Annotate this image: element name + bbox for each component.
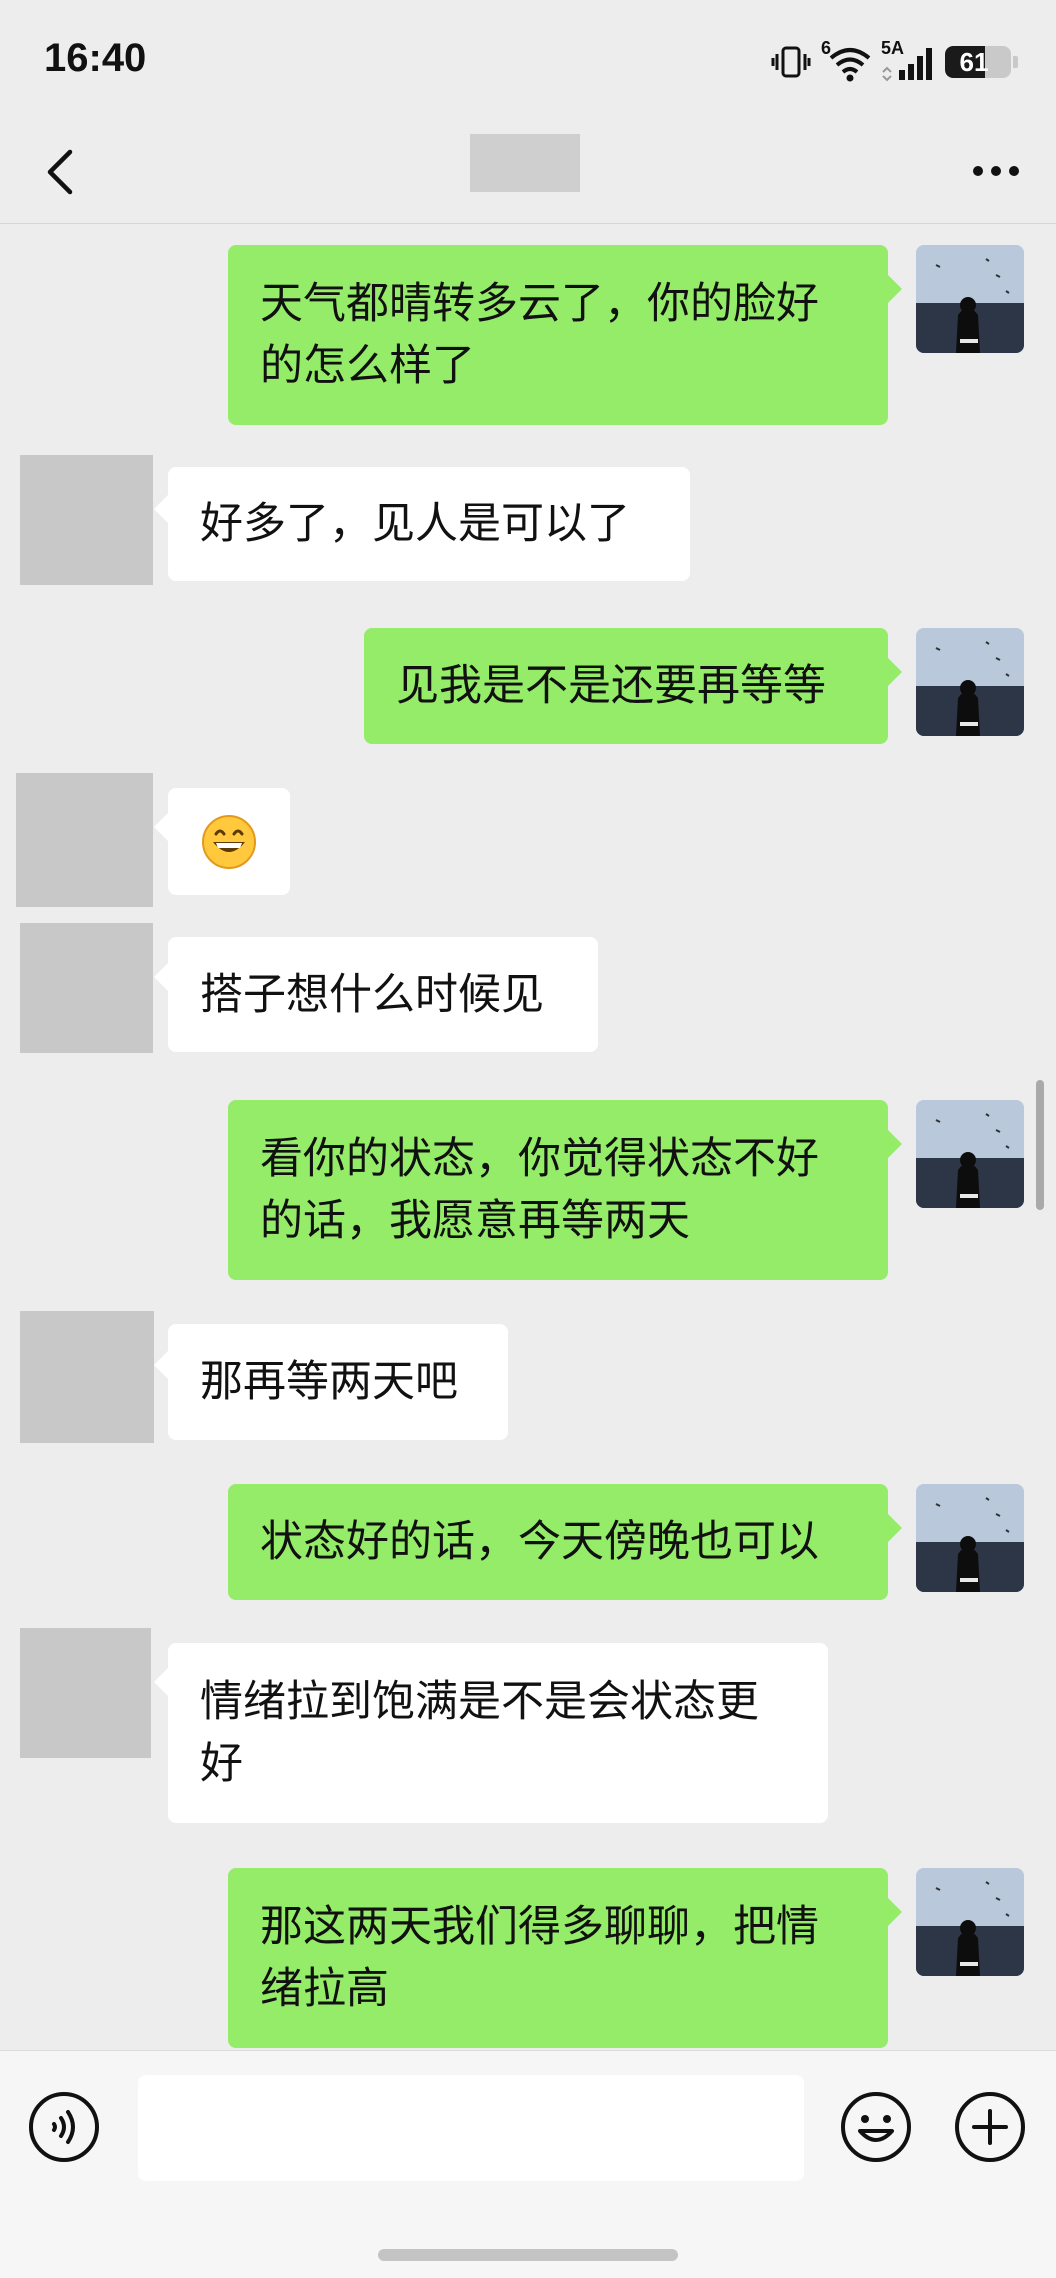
bubble-tail — [154, 495, 168, 523]
battery-cap — [1013, 56, 1018, 68]
my-avatar[interactable] — [916, 1868, 1024, 1976]
signal-icon — [882, 48, 932, 82]
avatar-photo-icon — [916, 628, 1024, 736]
home-indicator[interactable] — [378, 2249, 678, 2261]
bubble-tail — [888, 1898, 902, 1926]
contact-avatar[interactable] — [20, 1628, 151, 1758]
bubble-tail — [154, 963, 168, 991]
message-bubble[interactable]: 情绪拉到饱满是不是会状态更好 — [168, 1643, 828, 1823]
message-input[interactable] — [138, 2075, 804, 2181]
chat-header — [0, 120, 1056, 224]
status-time: 16:40 — [44, 36, 147, 80]
back-button[interactable] — [36, 140, 96, 204]
voice-button[interactable] — [28, 2091, 100, 2163]
status-bar: 16:40 6 5A 61 — [0, 0, 1056, 120]
message-bubble[interactable]: 状态好的话，今天傍晚也可以 — [228, 1484, 888, 1600]
emoji-button[interactable] — [840, 2091, 912, 2163]
bubble-tail — [154, 813, 168, 841]
message-text: 那再等两天吧 — [200, 1357, 458, 1407]
vibrate-icon — [771, 46, 811, 78]
message-text: 看你的状态，你觉得状态不好的话，我愿意再等两天 — [260, 1134, 819, 1246]
battery-icon: 61 — [945, 46, 1011, 78]
status-icons: 6 5A 61 — [771, 38, 1018, 84]
message-bubble[interactable]: 好多了，见人是可以了 — [168, 467, 690, 581]
message-bubble[interactable]: 搭子想什么时候见 — [168, 937, 598, 1052]
more-button[interactable] — [966, 146, 1026, 196]
message-bubble[interactable]: 天气都晴转多云了，你的脸好的怎么样了 — [228, 245, 888, 425]
bubble-tail — [888, 1514, 902, 1542]
contact-name-redacted — [470, 134, 580, 192]
message-text: 见我是不是还要再等等 — [396, 661, 826, 711]
contact-avatar[interactable] — [20, 455, 153, 585]
emoji-icon — [841, 2092, 911, 2162]
contact-avatar[interactable] — [20, 923, 153, 1053]
my-avatar[interactable] — [916, 1100, 1024, 1208]
message-bubble[interactable]: 那再等两天吧 — [168, 1324, 508, 1440]
bubble-tail — [154, 1668, 168, 1696]
input-bar — [0, 2050, 1056, 2278]
bubble-tail — [888, 658, 902, 686]
contact-avatar[interactable] — [16, 773, 153, 907]
more-functions-button[interactable] — [954, 2091, 1026, 2163]
message-list[interactable]: 天气都晴转多云了，你的脸好的怎么样了 好多了，见人是可以了 见我是不是还要再等等 — [0, 225, 1056, 2050]
battery-text: 61 — [959, 47, 989, 77]
wifi-indicator: 6 — [821, 38, 871, 82]
message-text: 情绪拉到饱满是不是会状态更好 — [200, 1677, 759, 1789]
message-text: 状态好的话，今天傍晚也可以 — [260, 1517, 819, 1567]
message-text: 好多了，见人是可以了 — [200, 499, 630, 549]
cellular-indicator: 5A — [881, 38, 935, 82]
plus-icon — [955, 2092, 1025, 2162]
my-avatar[interactable] — [916, 245, 1024, 353]
chevron-left-icon — [47, 149, 73, 195]
bubble-tail — [154, 1351, 168, 1379]
scrollbar-thumb[interactable] — [1036, 1080, 1044, 1210]
bubble-tail — [888, 275, 902, 303]
avatar-photo-icon — [916, 1100, 1024, 1208]
avatar-photo-icon — [916, 245, 1024, 353]
contact-avatar[interactable] — [20, 1311, 154, 1443]
my-avatar[interactable] — [916, 1484, 1024, 1592]
message-bubble[interactable] — [168, 788, 290, 895]
avatar-photo-icon — [916, 1484, 1024, 1592]
ellipsis-icon — [973, 166, 1019, 176]
bubble-tail — [888, 1130, 902, 1158]
message-text: 天气都晴转多云了，你的脸好的怎么样了 — [260, 279, 819, 391]
message-bubble[interactable]: 见我是不是还要再等等 — [364, 628, 888, 744]
voice-icon — [29, 2092, 99, 2162]
wifi-icon — [829, 48, 871, 82]
message-text: 搭子想什么时候见 — [200, 969, 544, 1020]
message-bubble[interactable]: 看你的状态，你觉得状态不好的话，我愿意再等两天 — [228, 1100, 888, 1280]
my-avatar[interactable] — [916, 628, 1024, 736]
avatar-photo-icon — [916, 1868, 1024, 1976]
message-text: 那这两天我们得多聊聊，把情绪拉高 — [260, 1902, 819, 2014]
message-bubble[interactable]: 那这两天我们得多聊聊，把情绪拉高 — [228, 1868, 888, 2048]
emoji-grinning-face-icon — [201, 814, 257, 870]
